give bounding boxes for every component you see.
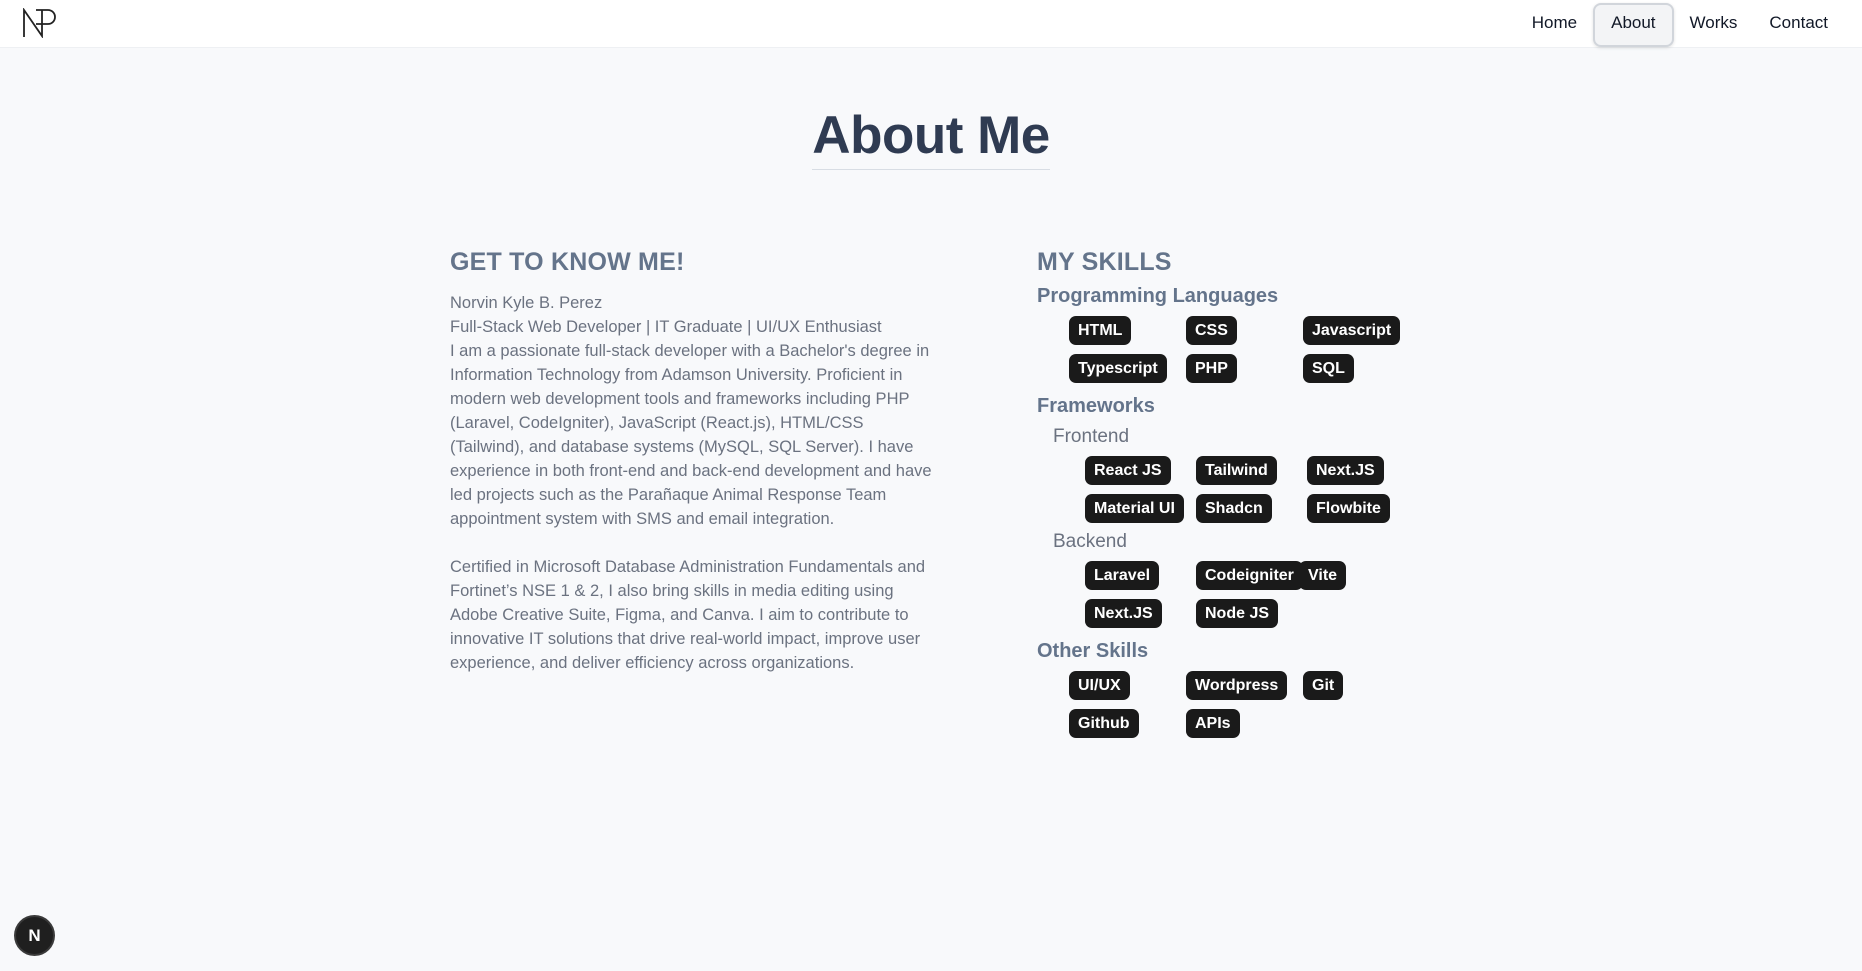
- skill-chip: React JS: [1085, 456, 1171, 485]
- about-heading: GET TO KNOW ME!: [450, 248, 685, 276]
- skill-chip: HTML: [1069, 316, 1132, 345]
- skill-chip: Github: [1069, 709, 1139, 738]
- bio: Norvin Kyle B. Perez Full-Stack Web Deve…: [450, 291, 940, 675]
- skill-chip: Material UI: [1085, 494, 1184, 523]
- skill-chip: UI/UX: [1069, 671, 1130, 700]
- skill-chip: Git: [1303, 671, 1344, 700]
- skill-chip: Next.JS: [1085, 599, 1162, 628]
- about-section: GET TO KNOW ME! Norvin Kyle B. Perez Ful…: [450, 248, 940, 675]
- bio-tagline: Full-Stack Web Developer | IT Graduate |…: [450, 318, 882, 336]
- other-skills-heading: Other Skills: [1037, 640, 1149, 662]
- skill-chip: Javascript: [1303, 316, 1401, 345]
- skill-chip: Node JS: [1196, 599, 1279, 628]
- nav-home[interactable]: Home: [1516, 3, 1593, 43]
- programming-skills: HTML CSS Javascript Typescript PHP SQL: [1069, 316, 1457, 383]
- bio-paragraph-2: Certified in Microsoft Database Administ…: [450, 558, 926, 672]
- backend-heading: Backend: [1053, 531, 1127, 552]
- skill-chip: Wordpress: [1186, 671, 1288, 700]
- np-logo-icon[interactable]: [22, 7, 56, 39]
- nav-contact[interactable]: Contact: [1753, 3, 1844, 43]
- nav-links: Home About Works Contact: [1516, 3, 1844, 47]
- skill-chip: Typescript: [1069, 354, 1167, 383]
- skill-chip: Flowbite: [1307, 494, 1390, 523]
- skill-chip: Codeigniter: [1196, 561, 1303, 590]
- nav-about[interactable]: About: [1593, 3, 1674, 47]
- bio-name: Norvin Kyle B. Perez: [450, 294, 603, 312]
- bio-paragraph-1: I am a passionate full-stack developer w…: [450, 342, 932, 528]
- skill-chip: APIs: [1186, 709, 1240, 738]
- skill-chip: Shadcn: [1196, 494, 1272, 523]
- skill-chip: Tailwind: [1196, 456, 1277, 485]
- skill-chip: CSS: [1186, 316, 1237, 345]
- page-title-wrap: About Me: [0, 104, 1862, 170]
- nav-works[interactable]: Works: [1674, 3, 1754, 43]
- frontend-heading: Frontend: [1053, 426, 1130, 447]
- page-title: About Me: [812, 104, 1050, 170]
- skill-chip: PHP: [1186, 354, 1237, 383]
- next-dev-badge-button[interactable]: N: [16, 917, 53, 954]
- other-skills: UI/UX Wordpress Git Github APIs: [1069, 671, 1457, 738]
- skills-heading: MY SKILLS: [1037, 248, 1172, 276]
- backend-skills: Laravel Codeigniter Vite Next.JS Node JS: [1085, 561, 1457, 628]
- skill-chip: Laravel: [1085, 561, 1160, 590]
- skills-section: MY SKILLS Programming Languages HTML CSS…: [1037, 248, 1457, 738]
- frontend-skills: React JS Tailwind Next.JS Material UI Sh…: [1085, 456, 1457, 523]
- frameworks-heading: Frameworks: [1037, 395, 1155, 417]
- skill-chip: Next.JS: [1307, 456, 1384, 485]
- skill-chip: Vite: [1299, 561, 1347, 590]
- programming-heading: Programming Languages: [1037, 285, 1279, 307]
- navbar: Home About Works Contact: [0, 0, 1862, 48]
- skill-chip: SQL: [1303, 354, 1354, 383]
